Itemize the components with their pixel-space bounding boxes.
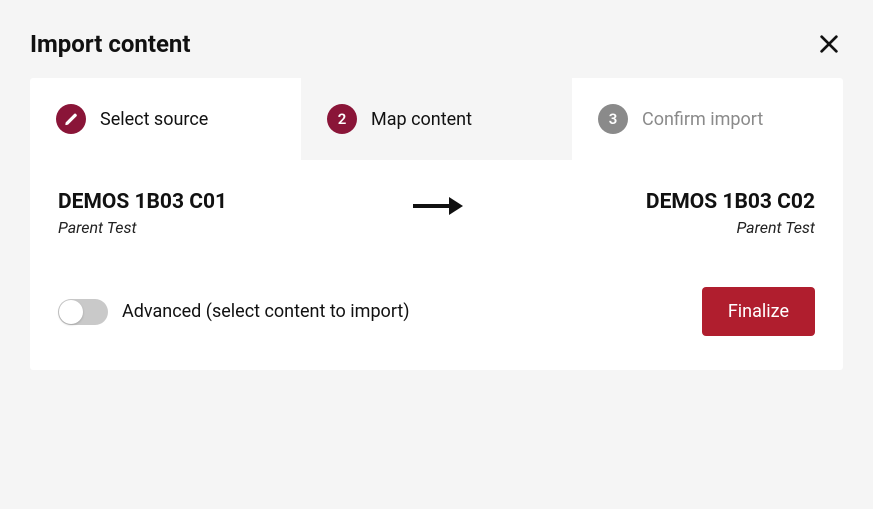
dialog-title: Import content <box>30 30 190 58</box>
step-label: Select source <box>100 109 208 130</box>
step-number: 2 <box>327 104 357 134</box>
close-icon <box>818 33 840 55</box>
destination-course: DEMOS 1B03 C02 Parent Test <box>646 190 815 237</box>
mapping-row: DEMOS 1B03 C01 Parent Test DEMOS 1B03 C0… <box>30 160 843 277</box>
dialog-header: Import content <box>30 30 843 58</box>
step-number: 3 <box>598 104 628 134</box>
stepper: Select source 2 Map content 3 Confirm im… <box>30 78 843 160</box>
close-button[interactable] <box>815 30 843 58</box>
destination-title: DEMOS 1B03 C02 <box>646 190 815 214</box>
step-label: Map content <box>371 109 472 130</box>
step-label: Confirm import <box>642 109 763 130</box>
source-title: DEMOS 1B03 C01 <box>58 190 227 214</box>
destination-subtitle: Parent Test <box>646 218 815 237</box>
dialog-footer: Advanced (select content to import) Fina… <box>30 277 843 370</box>
step-confirm-import[interactable]: 3 Confirm import <box>572 78 843 160</box>
finalize-button[interactable]: Finalize <box>702 287 815 336</box>
step-map-content[interactable]: 2 Map content <box>301 78 572 160</box>
step-select-source[interactable]: Select source <box>30 78 301 160</box>
dialog-card: Select source 2 Map content 3 Confirm im… <box>30 78 843 370</box>
source-subtitle: Parent Test <box>58 218 227 237</box>
arrow-right-icon <box>409 194 465 218</box>
toggle-knob <box>59 300 83 324</box>
advanced-toggle-label: Advanced (select content to import) <box>122 301 410 322</box>
source-course: DEMOS 1B03 C01 Parent Test <box>58 190 227 237</box>
pencil-icon <box>56 104 86 134</box>
advanced-toggle[interactable] <box>58 299 108 325</box>
